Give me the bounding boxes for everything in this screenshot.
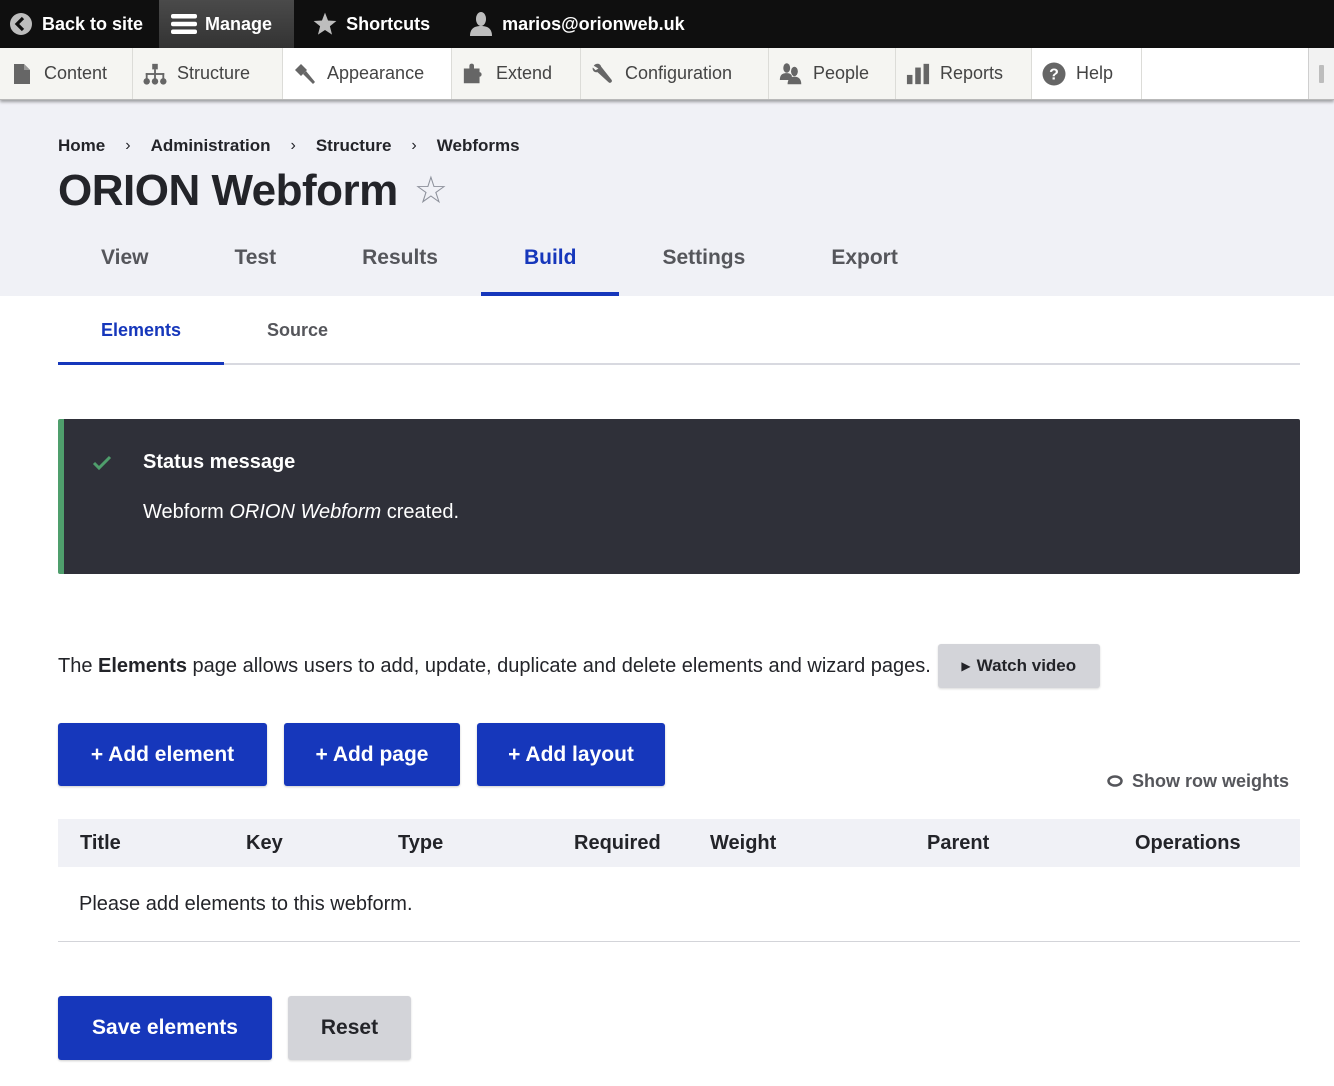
tab-view[interactable]: View [58, 240, 191, 296]
form-actions: Save elements Reset [58, 996, 411, 1060]
user-tab[interactable]: marios@orionweb.uk [446, 0, 701, 48]
eye-icon [1107, 771, 1123, 792]
manage-tab[interactable]: Manage [159, 0, 295, 48]
description-suffix: page allows users to add, update, duplic… [186, 654, 931, 677]
add-layout-button[interactable]: + Add layout [477, 723, 665, 786]
checkmark-icon [92, 453, 112, 473]
breadcrumb-separator: › [125, 137, 131, 154]
show-row-weights-label: Show row weights [1131, 771, 1289, 791]
tray-item-content[interactable]: Content [0, 48, 133, 99]
back-to-site-label: Back to site [42, 13, 144, 34]
status-title: Status message [143, 451, 296, 473]
reset-button[interactable]: Reset [288, 996, 411, 1060]
tray-item-label: Reports [940, 63, 1004, 83]
tray-orientation-toggle[interactable] [1309, 48, 1334, 99]
column-header-parent: Parent [927, 831, 990, 854]
tray-item-label: Extend [496, 63, 553, 83]
status-message: Status message Webform ORION Webform cre… [58, 419, 1300, 574]
tab-test[interactable]: Test [191, 240, 319, 296]
star-icon [312, 11, 338, 37]
add-shortcut-star-icon[interactable]: ☆ [414, 172, 448, 210]
breadcrumb-administration[interactable]: Administration [151, 136, 271, 156]
tab-build[interactable]: Build [480, 240, 620, 296]
breadcrumb-webforms[interactable]: Webforms [437, 136, 520, 156]
empty-message: Please add elements to this webform. [79, 892, 413, 915]
tray-item-label: Appearance [327, 63, 425, 83]
svg-text:?: ? [1049, 66, 1059, 83]
admin-tray: Content Structure Appearance Extend Conf… [0, 48, 1334, 100]
breadcrumb-structure[interactable]: Structure [316, 136, 392, 156]
secondary-tabs: Elements Source [58, 296, 1300, 365]
people-icon [779, 62, 803, 86]
tray-item-extend[interactable]: Extend [452, 48, 581, 99]
tray-spacer [1142, 48, 1309, 99]
shortcuts-tab[interactable]: Shortcuts [294, 0, 446, 48]
breadcrumb: Home › Administration › Structure › Webf… [58, 136, 1276, 156]
tab-results[interactable]: Results [319, 240, 481, 296]
column-header-type: Type [398, 831, 444, 854]
add-page-button[interactable]: + Add page [284, 723, 460, 786]
puzzle-icon [462, 62, 486, 86]
shortcuts-label: Shortcuts [346, 13, 431, 34]
user-icon [468, 11, 494, 37]
tray-item-help[interactable]: ? Help [1032, 48, 1142, 99]
tray-item-label: Content [44, 63, 108, 83]
tab-settings[interactable]: Settings [619, 240, 788, 296]
breadcrumb-separator: › [411, 137, 417, 154]
column-header-required: Required [574, 831, 661, 854]
show-row-weights-toggle[interactable]: Show row weights [1107, 771, 1289, 792]
tray-item-label: Configuration [625, 63, 733, 83]
column-header-title: Title [80, 831, 121, 854]
breadcrumb-home[interactable]: Home [58, 136, 105, 156]
description-prefix: The [58, 654, 99, 677]
sitemap-icon [143, 62, 167, 86]
paintbrush-icon [293, 62, 317, 86]
description-bold: Elements [98, 654, 187, 677]
tray-item-structure[interactable]: Structure [133, 48, 283, 99]
page-title: ORION Webform [58, 166, 398, 215]
watch-video-label: Watch video [976, 656, 1077, 675]
play-icon: ▶ [961, 659, 971, 673]
back-to-site-link[interactable]: Back to site [0, 0, 159, 48]
tray-item-people[interactable]: People [769, 48, 896, 99]
elements-table: Title Key Type Required Weight Parent Op… [58, 819, 1300, 942]
table-header: Title Key Type Required Weight Parent Op… [58, 819, 1300, 867]
status-body: Webform ORION Webform created. [143, 501, 1300, 524]
watch-video-button[interactable]: ▶ Watch video [937, 644, 1100, 688]
tray-item-label: People [813, 63, 870, 83]
manage-label: Manage [205, 13, 273, 34]
file-icon [10, 62, 34, 86]
description-row: The Elements page allows users to add, u… [58, 644, 1334, 688]
tray-item-reports[interactable]: Reports [896, 48, 1032, 99]
title-row: ORION Webform ☆ [58, 166, 1276, 216]
column-header-weight: Weight [710, 831, 777, 854]
help-icon: ? [1042, 62, 1066, 86]
bar-chart-icon [906, 62, 930, 86]
add-element-button[interactable]: + Add element [58, 723, 267, 786]
column-header-operations: Operations [1135, 831, 1241, 854]
tab-export[interactable]: Export [788, 240, 941, 296]
page-header: Home › Administration › Structure › Webf… [0, 100, 1334, 296]
column-header-key: Key [246, 831, 283, 854]
save-elements-button[interactable]: Save elements [58, 996, 272, 1060]
user-name: marios@orionweb.uk [502, 13, 685, 34]
tray-item-configuration[interactable]: Configuration [581, 48, 769, 99]
admin-toolbar: Back to site Manage Shortcuts marios@ori… [0, 0, 1334, 48]
wrench-icon [591, 62, 615, 86]
grip-icon [1319, 64, 1324, 83]
hamburger-icon [171, 11, 198, 37]
tab-elements[interactable]: Elements [58, 320, 225, 365]
description-text: The Elements page allows users to add, u… [58, 655, 931, 678]
tray-item-label: Help [1076, 63, 1114, 83]
tray-item-appearance[interactable]: Appearance [283, 48, 452, 99]
status-body-prefix: Webform [143, 501, 230, 523]
breadcrumb-separator: › [290, 137, 296, 154]
primary-tabs: View Test Results Build Settings Export [58, 240, 941, 296]
tab-source[interactable]: Source [224, 320, 371, 365]
tray-item-label: Structure [177, 63, 251, 83]
status-body-suffix: created. [381, 501, 460, 523]
status-body-webform-name: ORION Webform [229, 501, 382, 523]
table-empty-row: Please add elements to this webform. [58, 867, 1300, 942]
chevron-left-circle-icon [8, 11, 34, 37]
